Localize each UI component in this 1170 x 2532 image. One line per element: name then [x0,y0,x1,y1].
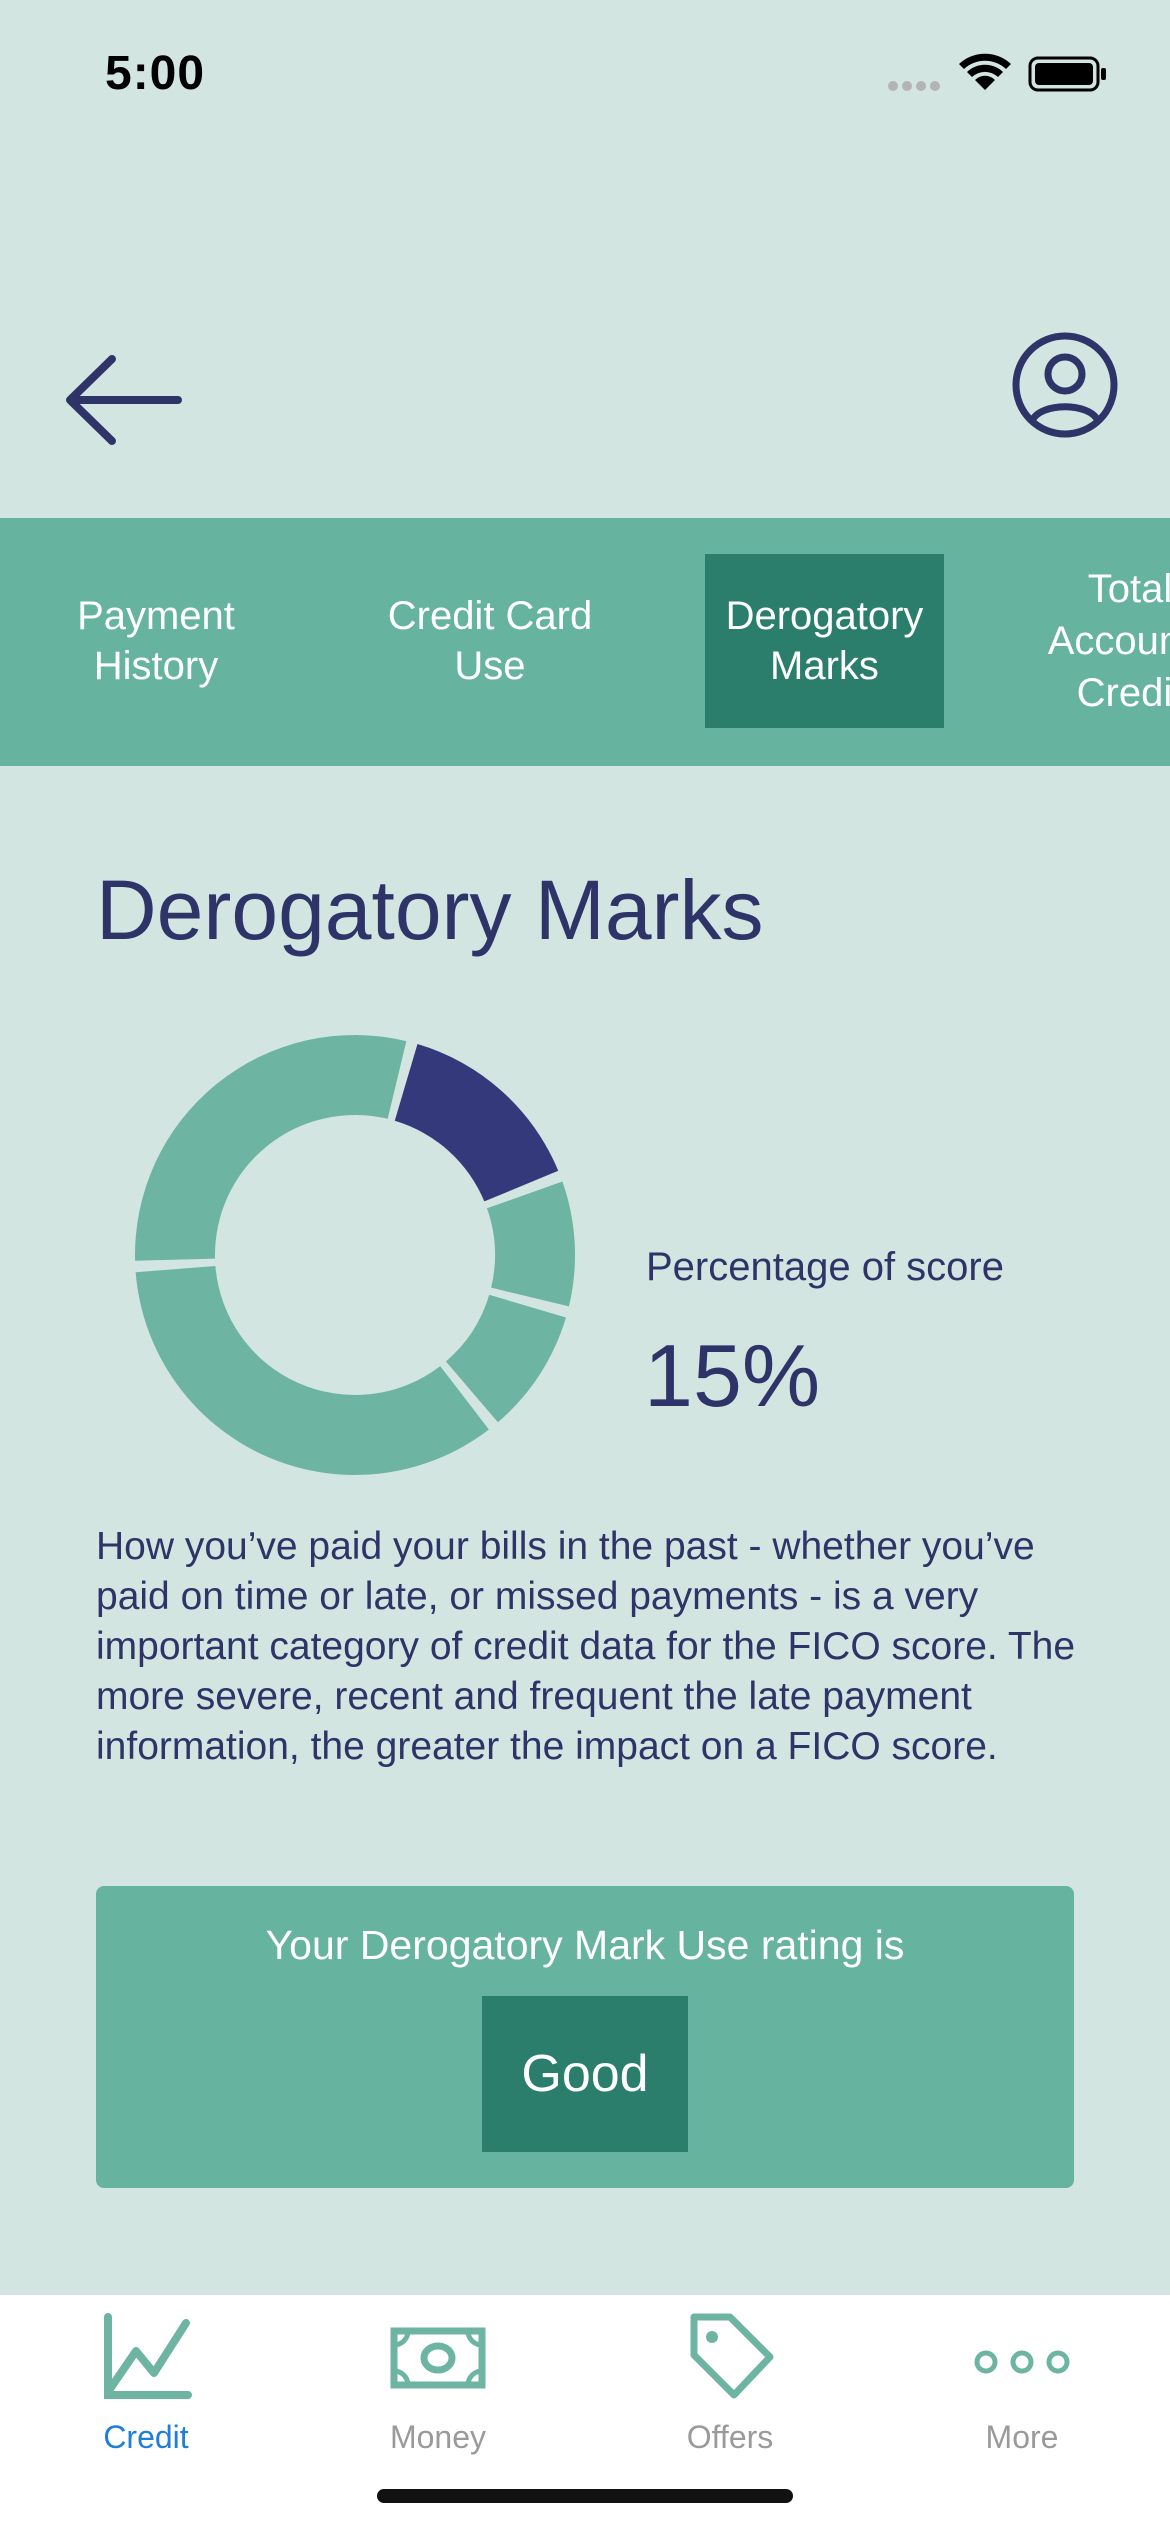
donut-segment [135,1035,407,1261]
battery-icon [1028,56,1106,92]
nav-more[interactable]: More [876,2295,1168,2475]
tab-label: Total Accounts Credit [1047,567,1170,715]
percentage-label: Percentage of score [646,1245,1004,1289]
nav-label: Money [389,2419,487,2455]
category-tab-bar: Payment History Credit Card Use Derogato… [0,518,1170,766]
nav-label: Credit [103,2419,189,2455]
tab-label: Credit Card Use [387,594,593,688]
donut-segment [135,1265,489,1475]
tab-total-accounts-credit[interactable]: Total Accounts Credit [1030,546,1170,736]
tab-derogatory-marks[interactable]: Derogatory Marks [705,554,944,728]
more-dots-icon [974,2350,1070,2374]
donut-segment-highlight [394,1044,559,1202]
page-title: Derogatory Marks [96,863,764,957]
donut-segment [486,1181,575,1307]
tab-credit-card-use[interactable]: Credit Card Use [360,554,620,728]
banknote-icon [390,2327,486,2389]
nav-credit[interactable]: Credit [0,2295,292,2475]
tag-icon [690,2313,774,2399]
signal-icon [888,81,940,91]
percentage-value: 15% [644,1326,821,1425]
nav-label: More [985,2419,1059,2455]
tab-payment-history[interactable]: Payment History [36,554,276,728]
home-indicator [377,2489,793,2503]
nav-offers[interactable]: Offers [584,2295,876,2475]
user-circle-icon [1012,332,1118,438]
status-bar: 5:00 [0,0,1170,150]
status-icons [888,53,1106,92]
back-button[interactable] [60,345,190,455]
tab-label: Derogatory Marks [725,594,924,688]
profile-button[interactable] [1010,330,1120,440]
tab-label: Payment History [77,594,235,688]
category-description: How you’ve paid your bills in the past -… [96,1525,1076,1768]
rating-badge: Good [482,1996,688,2152]
status-time: 5:00 [105,47,206,100]
nav-money[interactable]: Money [292,2295,584,2475]
arrow-left-icon [66,355,182,445]
chart-line-icon [104,2313,192,2399]
nav-label: Offers [686,2419,774,2455]
rating-text: Your Derogatory Mark Use rating is [265,1922,905,1968]
score-donut-chart [135,1035,575,1475]
rating-card: Your Derogatory Mark Use rating is Good [96,1886,1074,2188]
wifi-icon [959,53,1011,90]
